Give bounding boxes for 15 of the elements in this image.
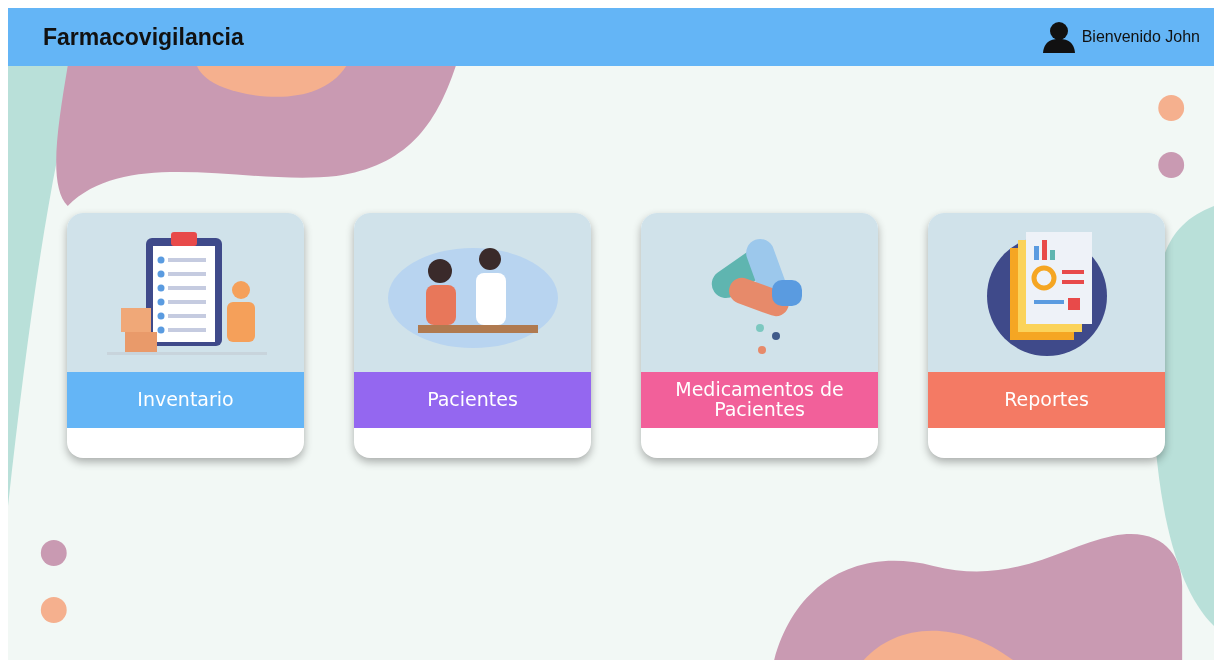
welcome-text: Bienvenido John: [1081, 28, 1200, 46]
card-label: Pacientes: [354, 372, 591, 428]
decorative-dot: [1158, 152, 1185, 178]
module-card[interactable]: Inventario: [67, 213, 304, 458]
user-icon: [1041, 21, 1076, 53]
decorative-dot: [40, 540, 67, 566]
card-label: Medicamentos de Pacientes: [641, 372, 878, 428]
module-card[interactable]: Pacientes: [354, 213, 591, 458]
card-label: Reportes: [928, 372, 1165, 428]
module-card[interactable]: Reportes: [928, 213, 1165, 458]
decorative-dot: [40, 597, 67, 623]
decorative-dot: [1158, 95, 1185, 121]
card-label: Inventario: [67, 372, 304, 428]
module-card[interactable]: Medicamentos de Pacientes: [641, 213, 878, 458]
app-title: Farmacovigilancia: [43, 23, 244, 51]
